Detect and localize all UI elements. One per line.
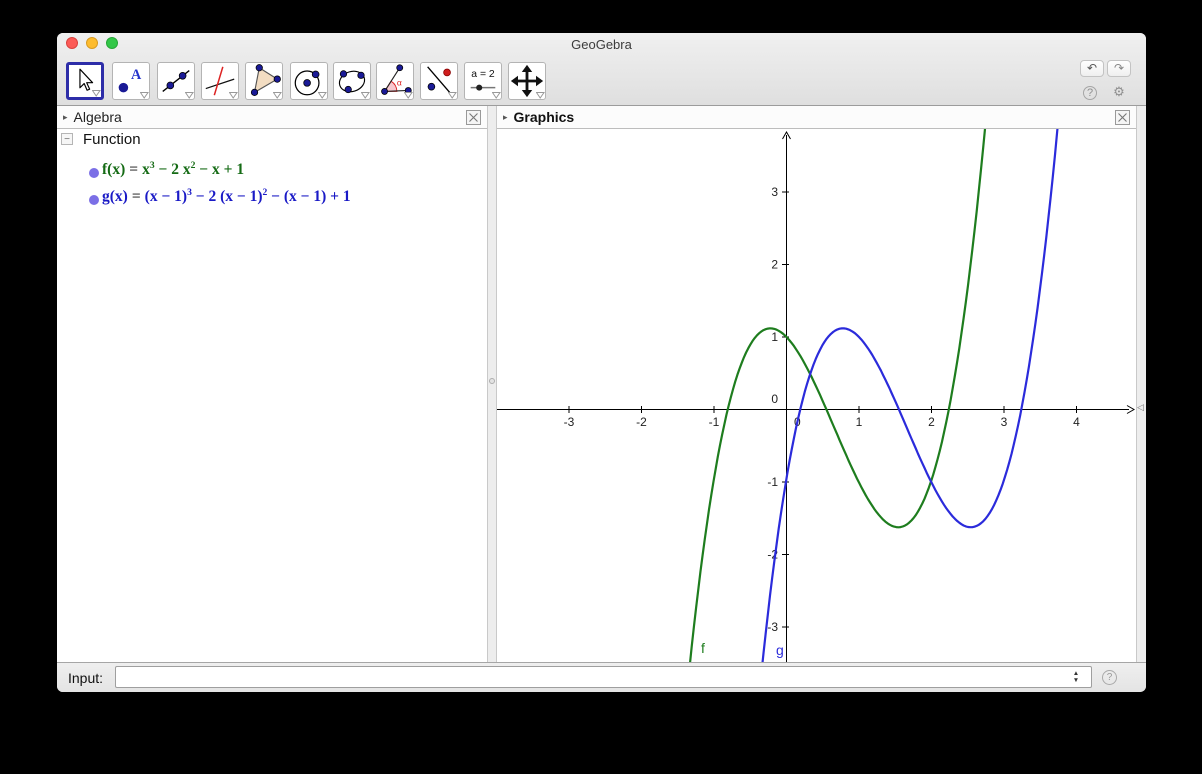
window-title: GeoGebra xyxy=(57,37,1146,52)
help-icon[interactable]: ? xyxy=(1083,86,1097,100)
tool-dropdown-icon[interactable] xyxy=(318,92,327,99)
tool-dropdown-icon[interactable] xyxy=(185,92,194,99)
tool-slider-button[interactable]: a = 2 xyxy=(464,62,502,100)
x-tick-label: -3 xyxy=(564,415,575,429)
input-bar: Input: ▲ ▼ ? xyxy=(57,662,1146,692)
undo-icon: ↶ xyxy=(1087,61,1097,75)
visibility-bullet[interactable] xyxy=(89,195,99,205)
y-tick-label: 1 xyxy=(771,330,778,344)
content-area: ▸ Algebra − Function f(x)=x3 − 2 x2 − x … xyxy=(57,106,1146,662)
input-help-icon[interactable]: ? xyxy=(1102,670,1117,685)
curve-g xyxy=(497,129,1136,662)
redo-button[interactable]: ↷ xyxy=(1107,60,1131,77)
close-icon xyxy=(466,110,481,125)
collapse-node-icon[interactable]: − xyxy=(61,133,73,145)
input-label: Input: xyxy=(68,670,103,686)
input-field[interactable] xyxy=(115,666,1092,688)
curve-label-f: f xyxy=(701,640,705,656)
tool-perpendicular-line-button[interactable] xyxy=(201,62,239,100)
input-history-spinner[interactable]: ▲ ▼ xyxy=(1070,670,1082,686)
close-icon xyxy=(1115,110,1130,125)
tool-angle-button[interactable]: α xyxy=(376,62,414,100)
function-definition-g: g(x)=(x − 1)3 − 2 (x − 1)2 − (x − 1) + 1 xyxy=(102,188,351,206)
tool-dropdown-icon[interactable] xyxy=(448,92,457,99)
tool-dropdown-icon[interactable] xyxy=(273,92,282,99)
tool-polygon-button[interactable] xyxy=(245,62,283,100)
panel-menu-arrow-icon[interactable]: ▸ xyxy=(503,112,508,123)
tree-node-function[interactable]: Function xyxy=(83,131,141,148)
y-tick-label: 2 xyxy=(771,258,778,272)
right-gutter: ◁ xyxy=(1136,106,1146,662)
function-definition-f: f(x)=x3 − 2 x2 − x + 1 xyxy=(102,161,244,179)
graphics-panel: ▸ Graphics -3-2-11234-3-2-112300fg xyxy=(497,106,1136,662)
visibility-bullet[interactable] xyxy=(89,168,99,178)
tool-dropdown-icon[interactable] xyxy=(492,92,501,99)
redo-icon: ↷ xyxy=(1114,61,1124,75)
y-tick-label: -3 xyxy=(767,620,778,634)
algebra-panel-title: Algebra xyxy=(74,109,122,125)
graphics-close-button[interactable] xyxy=(1115,110,1130,125)
undo-button[interactable]: ↶ xyxy=(1080,60,1104,77)
tool-circle-button[interactable] xyxy=(290,62,328,100)
svg-text:a = 2: a = 2 xyxy=(471,69,495,80)
x-tick-label: 4 xyxy=(1073,415,1080,429)
origin-label-y: 0 xyxy=(771,392,778,406)
curve-f xyxy=(497,129,1136,662)
graphics-panel-header[interactable]: ▸ Graphics xyxy=(497,106,1136,129)
spinner-up-icon[interactable]: ▲ xyxy=(1070,670,1082,677)
tool-dropdown-icon[interactable] xyxy=(404,92,413,99)
panel-menu-arrow-icon[interactable]: ▸ xyxy=(63,112,68,123)
tool-dropdown-icon[interactable] xyxy=(536,92,545,99)
tool-point-button[interactable]: A xyxy=(112,62,150,100)
geogebra-window: GeoGebra A xyxy=(57,33,1146,692)
graphics-panel-title: Graphics xyxy=(514,109,575,125)
algebra-panel: ▸ Algebra − Function f(x)=x3 − 2 x2 − x … xyxy=(57,106,487,662)
tool-move-graphics-view-button[interactable] xyxy=(508,62,546,100)
tool-line-button[interactable] xyxy=(157,62,195,100)
collapse-panel-arrow-icon[interactable]: ◁ xyxy=(1137,402,1144,413)
algebra-close-button[interactable] xyxy=(466,110,481,125)
x-tick-label: -2 xyxy=(636,415,647,429)
splitter-handle-icon[interactable] xyxy=(489,378,495,384)
tool-dropdown-icon[interactable] xyxy=(140,92,149,99)
x-tick-label: 3 xyxy=(1001,415,1008,429)
svg-text:A: A xyxy=(131,67,142,83)
tool-move-button[interactable] xyxy=(66,62,104,100)
tool-reflect-button[interactable] xyxy=(420,62,458,100)
tool-dropdown-icon[interactable] xyxy=(92,90,101,97)
tool-dropdown-icon[interactable] xyxy=(361,92,370,99)
spinner-down-icon[interactable]: ▼ xyxy=(1070,677,1082,684)
gear-icon[interactable]: ⚙ xyxy=(1111,84,1127,100)
y-tick-label: -1 xyxy=(767,475,778,489)
x-tick-label: 2 xyxy=(928,415,935,429)
algebra-tree: − Function f(x)=x3 − 2 x2 − x + 1 g(x)=(… xyxy=(57,129,487,662)
x-tick-label: -1 xyxy=(709,415,720,429)
desktop: { "window": { "title": "GeoGebra", "traf… xyxy=(0,0,1202,774)
panel-splitter[interactable] xyxy=(487,106,497,662)
graphics-view[interactable]: -3-2-11234-3-2-112300fg xyxy=(497,129,1136,662)
algebra-panel-header[interactable]: ▸ Algebra xyxy=(57,106,487,129)
svg-text:α: α xyxy=(397,78,402,88)
tool-dropdown-icon[interactable] xyxy=(229,92,238,99)
window-chrome: GeoGebra A xyxy=(57,33,1146,106)
curve-label-g: g xyxy=(776,642,784,658)
x-tick-label: 1 xyxy=(856,415,863,429)
tool-ellipse-button[interactable] xyxy=(333,62,371,100)
y-tick-label: 3 xyxy=(771,185,778,199)
